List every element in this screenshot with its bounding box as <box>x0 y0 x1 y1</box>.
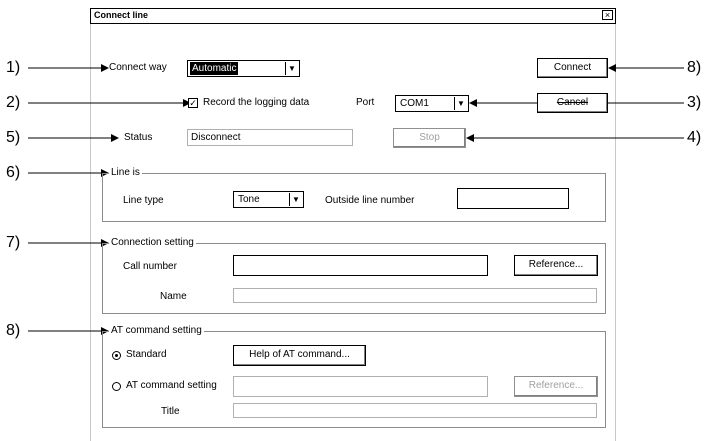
at-command-title: AT command setting <box>109 325 204 336</box>
port-dropdown[interactable]: COM1 ▼ <box>395 95 469 112</box>
outside-line-number-input[interactable] <box>457 188 569 209</box>
at-command-radio[interactable] <box>112 382 121 391</box>
dropdown-arrow-icon[interactable]: ▼ <box>285 62 298 75</box>
port-label: Port <box>356 97 375 108</box>
title-field <box>233 403 597 418</box>
title-label: Title <box>161 406 180 417</box>
stop-button[interactable]: Stop <box>393 128 466 148</box>
connect-way-label: Connect way <box>109 62 167 73</box>
call-number-reference-button[interactable]: Reference... <box>514 255 598 276</box>
call-number-label: Call number <box>123 261 177 272</box>
status-value: Disconnect <box>191 132 241 143</box>
status-field: Disconnect <box>187 129 353 146</box>
record-logging-checkbox[interactable]: ✓ <box>188 98 198 108</box>
callout-label-6: 6) <box>6 164 21 181</box>
line-type-dropdown[interactable]: Tone ▼ <box>233 191 304 208</box>
callout-label-7: 7) <box>6 234 21 251</box>
connect-button[interactable]: Connect <box>537 58 608 78</box>
standard-radio[interactable] <box>112 351 121 360</box>
at-command-setting-label: AT command setting <box>126 380 217 391</box>
status-label: Status <box>124 132 153 143</box>
dropdown-arrow-icon[interactable]: ▼ <box>289 193 302 206</box>
line-is-title: Line is <box>109 167 142 178</box>
dropdown-arrow-icon[interactable]: ▼ <box>454 97 467 110</box>
line-type-label: Line type <box>123 195 164 206</box>
connection-setting-group: Connection setting <box>102 237 606 314</box>
callout-label-2: 2) <box>6 94 21 111</box>
name-label: Name <box>160 291 187 302</box>
callout-label-8-left: 8) <box>6 322 21 339</box>
callout-label-5: 5) <box>6 129 21 146</box>
callout-label-8-right: 8) <box>687 59 702 76</box>
standard-label: Standard <box>126 349 167 360</box>
connect-way-dropdown[interactable]: Automatic ▼ <box>187 60 300 77</box>
connection-setting-title: Connection setting <box>109 237 196 248</box>
at-command-reference-button[interactable]: Reference... <box>514 376 598 397</box>
callout-label-4: 4) <box>687 129 702 146</box>
outside-line-number-label: Outside line number <box>325 195 415 206</box>
record-logging-label: Record the logging data <box>203 97 310 108</box>
name-field <box>233 288 597 303</box>
at-command-input <box>233 376 488 397</box>
cancel-button[interactable]: Cancel <box>537 93 608 113</box>
port-value: COM1 <box>400 98 429 109</box>
line-type-value: Tone <box>238 194 260 205</box>
call-number-input[interactable] <box>233 255 488 276</box>
callout-label-1: 1) <box>6 59 21 76</box>
callout-label-3: 3) <box>687 94 702 111</box>
help-at-command-button[interactable]: Help of AT command... <box>233 345 366 366</box>
connect-way-value: Automatic <box>190 62 239 75</box>
